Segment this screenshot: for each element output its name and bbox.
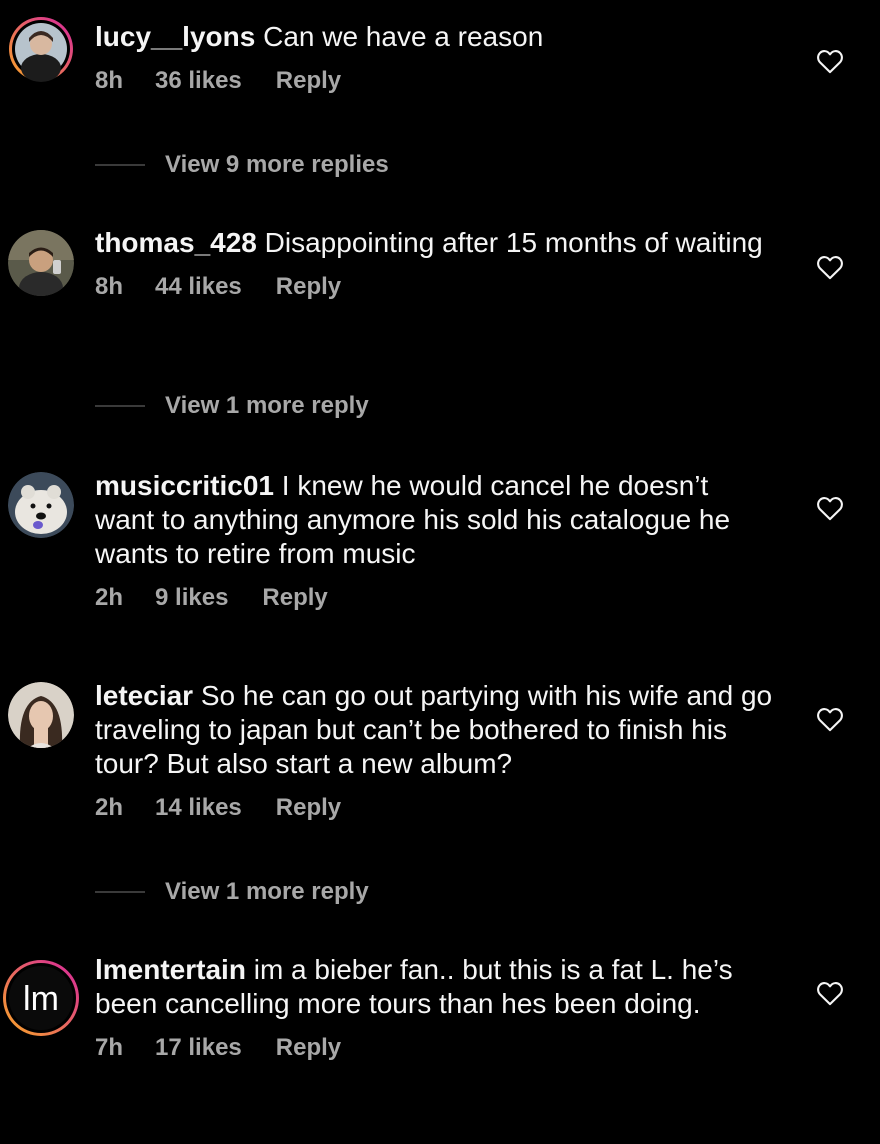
comment-likes[interactable]: 36 likes bbox=[155, 66, 242, 96]
comment-body: Disappointing after 15 months of waiting bbox=[264, 227, 763, 258]
comment-likes[interactable]: 9 likes bbox=[155, 583, 228, 613]
avatar[interactable]: lm bbox=[0, 955, 86, 1045]
comment-time: 2h bbox=[95, 794, 124, 821]
comment-time: 7h bbox=[95, 1034, 124, 1061]
comment-text: lucy__lyons Can we have a reason bbox=[95, 20, 775, 54]
comment-likes[interactable]: 44 likes bbox=[155, 272, 242, 302]
comment-body: Can we have a reason bbox=[263, 21, 544, 52]
comment-body: So he can go out partying with his wife … bbox=[95, 680, 773, 779]
comment-meta: 2h 9 likes Reply bbox=[95, 583, 775, 613]
divider-line bbox=[95, 891, 145, 893]
heart-icon[interactable] bbox=[816, 254, 844, 280]
heart-icon[interactable] bbox=[816, 48, 844, 74]
comment-username[interactable]: lucy__lyons bbox=[95, 21, 255, 52]
comment-username[interactable]: musiccritic01 bbox=[95, 470, 274, 501]
comment-username[interactable]: thomas_428 bbox=[95, 227, 257, 258]
comment-time: 8h bbox=[95, 273, 124, 300]
lm-logo-text: lm bbox=[23, 980, 59, 1018]
comment-text: musiccritic01 I knew he would cancel he … bbox=[95, 469, 775, 571]
reply-button[interactable]: Reply bbox=[276, 1033, 341, 1063]
view-more-label: View 9 more replies bbox=[165, 151, 389, 178]
avatar[interactable] bbox=[8, 472, 74, 538]
comment-likes[interactable]: 14 likes bbox=[155, 793, 242, 823]
comment-time: 2h bbox=[95, 584, 124, 611]
comment-text: lmentertain im a bieber fan.. but this i… bbox=[95, 953, 775, 1021]
view-more-replies-button[interactable]: View 1 more reply bbox=[95, 877, 369, 907]
reply-button[interactable]: Reply bbox=[276, 66, 341, 96]
avatar[interactable] bbox=[8, 16, 74, 82]
reply-button[interactable]: Reply bbox=[276, 272, 341, 302]
reply-button[interactable]: Reply bbox=[262, 583, 327, 613]
comment-username[interactable]: leteciar bbox=[95, 680, 193, 711]
divider-line bbox=[95, 164, 145, 166]
view-more-replies-button[interactable]: View 1 more reply bbox=[95, 391, 369, 421]
comment-likes[interactable]: 17 likes bbox=[155, 1033, 242, 1063]
comment-text: thomas_428 Disappointing after 15 months… bbox=[95, 226, 775, 260]
heart-icon[interactable] bbox=[816, 706, 844, 732]
comment-username[interactable]: lmentertain bbox=[95, 954, 246, 985]
comment-meta: 7h 17 likes Reply bbox=[95, 1033, 775, 1063]
avatar[interactable] bbox=[8, 230, 74, 296]
divider-line bbox=[95, 405, 145, 407]
reply-button[interactable]: Reply bbox=[276, 793, 341, 823]
comment-meta: 8h 44 likes Reply bbox=[95, 272, 775, 302]
comment-meta: 2h 14 likes Reply bbox=[95, 793, 775, 823]
comment-meta: 8h 36 likes Reply bbox=[95, 66, 775, 96]
view-more-label: View 1 more reply bbox=[165, 878, 369, 905]
avatar[interactable] bbox=[8, 682, 74, 748]
view-more-label: View 1 more reply bbox=[165, 392, 369, 419]
heart-icon[interactable] bbox=[816, 495, 844, 521]
comment-text: leteciar So he can go out partying with … bbox=[95, 679, 775, 781]
heart-icon[interactable] bbox=[816, 980, 844, 1006]
view-more-replies-button[interactable]: View 9 more replies bbox=[95, 150, 389, 180]
comment-time: 8h bbox=[95, 67, 124, 94]
